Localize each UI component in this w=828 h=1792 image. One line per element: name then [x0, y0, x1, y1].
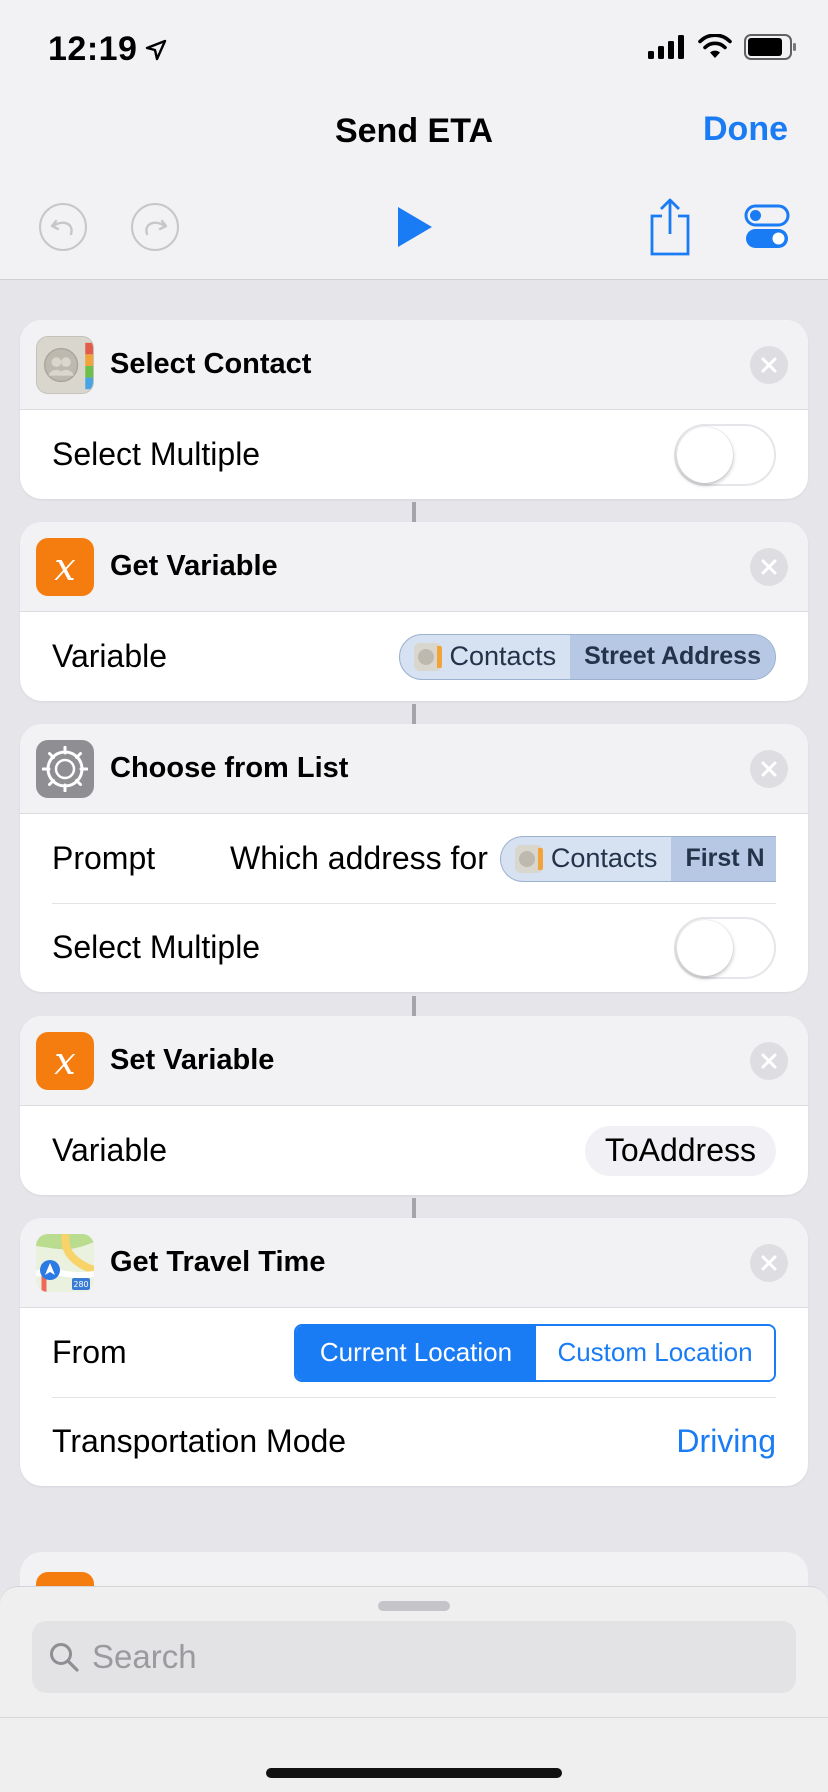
battery-icon — [744, 34, 796, 60]
select-multiple-label: Select Multiple — [52, 929, 261, 965]
remove-action-button[interactable] — [750, 750, 788, 788]
token-source: Contacts — [550, 843, 658, 873]
close-icon — [761, 1053, 777, 1069]
variable-label: Variable — [52, 638, 168, 674]
settings-toggles-icon — [744, 204, 790, 248]
prompt-row: Prompt Which address for Contacts First … — [20, 814, 808, 903]
connector — [412, 704, 416, 724]
action-header: Select Contact — [20, 320, 808, 410]
select-contact-action[interactable]: Select Contact Select Multiple — [20, 320, 808, 499]
action-title: Set Variable — [110, 1044, 275, 1076]
remove-action-button[interactable] — [750, 346, 788, 384]
action-header: Choose from List — [20, 724, 808, 814]
close-icon — [761, 761, 777, 777]
transportation-mode-row[interactable]: Transportation Mode Driving — [20, 1397, 808, 1486]
select-multiple-toggle[interactable] — [674, 916, 776, 979]
action-title: Choose from List — [110, 752, 349, 784]
variable-icon: x — [36, 537, 94, 596]
action-title: Get Variable — [110, 550, 278, 582]
status-indicators — [648, 34, 798, 60]
close-icon — [761, 1255, 777, 1271]
status-time-text: 12:19 — [48, 30, 138, 68]
contacts-icon — [37, 336, 93, 393]
settings-toggle-button[interactable] — [744, 204, 790, 250]
variable-label: Variable — [52, 1132, 168, 1168]
redo-icon — [131, 203, 179, 251]
done-button[interactable]: Done — [703, 110, 788, 149]
select-multiple-row: Select Multiple — [20, 903, 808, 992]
run-button[interactable] — [392, 202, 436, 252]
close-icon — [761, 357, 777, 373]
home-indicator[interactable] — [266, 1768, 562, 1778]
variable-token[interactable]: Contacts First N — [499, 835, 776, 882]
actions-search-sheet[interactable]: Search — [0, 1586, 828, 1792]
token-property: First N — [671, 836, 776, 881]
location-arrow-icon — [146, 39, 167, 60]
close-icon — [761, 559, 777, 575]
variable-icon: x — [36, 1031, 94, 1090]
token-source: Contacts — [449, 641, 557, 671]
undo-button[interactable] — [38, 202, 88, 252]
status-time: 12:19 — [48, 30, 167, 69]
remove-action-button[interactable] — [750, 548, 788, 586]
share-icon — [650, 198, 690, 256]
from-row: From Current Location Custom Location — [20, 1308, 808, 1397]
segment-custom-location[interactable]: Custom Location — [536, 1325, 774, 1380]
share-button[interactable] — [648, 198, 692, 258]
contacts-icon — [514, 844, 543, 873]
variable-row: Variable ToAddress — [20, 1106, 808, 1195]
divider — [0, 1717, 828, 1718]
search-placeholder: Search — [92, 1638, 197, 1675]
segment-current-location[interactable]: Current Location — [296, 1325, 536, 1380]
connector — [412, 1198, 416, 1218]
maps-icon: 280 — [36, 1233, 94, 1292]
search-field[interactable]: Search — [32, 1621, 796, 1693]
cellular-signal-icon — [648, 35, 684, 59]
undo-icon — [39, 203, 87, 251]
choose-from-list-action[interactable]: Choose from List Prompt Which address fo… — [20, 724, 808, 992]
sheet-grabber[interactable] — [378, 1601, 450, 1611]
token-property: Street Address — [570, 634, 775, 679]
remove-action-button[interactable] — [750, 1042, 788, 1080]
remove-action-button[interactable] — [750, 1244, 788, 1282]
get-travel-time-action[interactable]: 280 Get Travel Time From Current Locatio… — [20, 1218, 808, 1486]
variable-row: Variable Contacts Street Address — [20, 612, 808, 701]
connector — [412, 996, 416, 1016]
action-header: x Set Variable — [20, 1016, 808, 1106]
set-variable-action[interactable]: x Set Variable Variable ToAddress — [20, 1016, 808, 1195]
action-header: x Get Variable — [20, 522, 808, 612]
transportation-mode-value[interactable]: Driving — [676, 1423, 776, 1460]
select-multiple-toggle[interactable] — [674, 423, 776, 486]
from-label: From — [52, 1334, 127, 1370]
transportation-mode-label: Transportation Mode — [52, 1423, 347, 1459]
wifi-icon — [698, 34, 732, 58]
action-header: 280 Get Travel Time — [20, 1218, 808, 1308]
top-bar: 12:19 Send ETA Done — [0, 0, 828, 280]
from-segmented-control[interactable]: Current Location Custom Location — [294, 1323, 776, 1382]
prompt-text: Which address for — [230, 840, 488, 876]
action-title: Select Contact — [110, 348, 312, 380]
prompt-label: Prompt — [52, 840, 156, 876]
action-title: Get Travel Time — [110, 1246, 326, 1278]
gear-icon — [36, 739, 94, 798]
highway-badge: 280 — [73, 1280, 88, 1289]
connector — [412, 502, 416, 522]
contacts-icon — [413, 642, 442, 671]
get-variable-action[interactable]: x Get Variable Variable Contacts Street … — [20, 522, 808, 701]
prompt-field[interactable]: Which address for Contacts First N — [230, 835, 776, 882]
search-icon — [50, 1643, 79, 1672]
select-multiple-label: Select Multiple — [52, 436, 261, 472]
variable-name-field[interactable]: ToAddress — [584, 1125, 776, 1176]
select-multiple-row: Select Multiple — [20, 410, 808, 499]
contacts-app-icon — [36, 335, 94, 394]
redo-button[interactable] — [130, 202, 180, 252]
variable-token[interactable]: Contacts Street Address — [398, 633, 776, 680]
play-icon — [398, 207, 432, 247]
